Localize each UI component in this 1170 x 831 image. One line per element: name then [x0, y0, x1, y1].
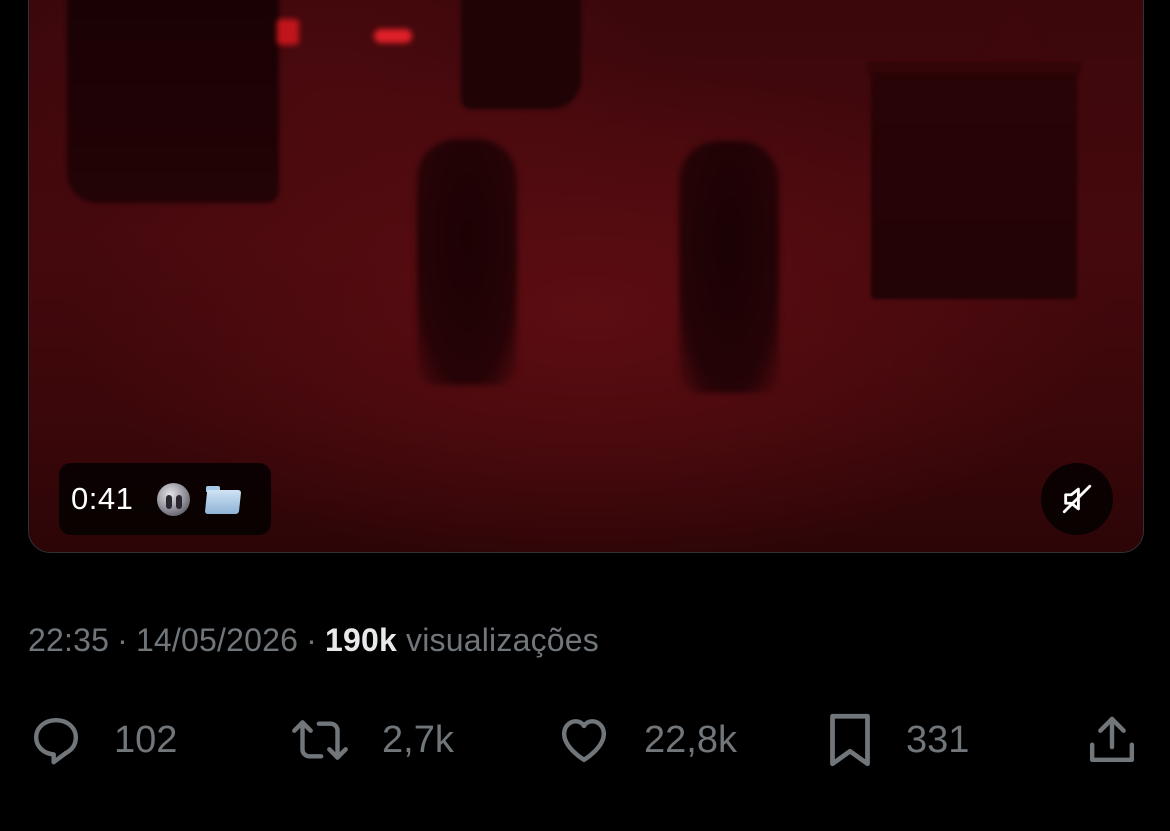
- folder-icon: [204, 483, 242, 515]
- reply-button[interactable]: 102: [28, 700, 177, 780]
- video-duration-badge: 0:41: [59, 463, 271, 535]
- bookmark-count: 331: [906, 718, 970, 761]
- scene-roof-peak: [979, 1, 1051, 61]
- bookmark-button[interactable]: 331: [824, 700, 969, 780]
- share-icon: [1089, 716, 1135, 763]
- views-label: visualizações: [406, 622, 599, 658]
- reply-count: 102: [114, 718, 178, 761]
- separator: ·: [306, 622, 317, 658]
- scene-light-glow: [374, 29, 412, 43]
- separator: ·: [117, 622, 128, 658]
- scene-light-glow: [277, 19, 299, 45]
- tweet-date[interactable]: 14/05/2026: [136, 622, 298, 658]
- scene-curtain-left: [67, 0, 279, 203]
- like-count: 22,8k: [644, 718, 737, 761]
- profile-thumbnail-icon: [157, 482, 191, 516]
- scene-figure-left: [417, 139, 517, 385]
- reply-icon: [33, 717, 79, 765]
- tweet-time[interactable]: 22:35: [28, 622, 109, 658]
- like-button[interactable]: 22,8k: [554, 700, 737, 780]
- speaker-muted-icon: [1062, 484, 1092, 514]
- scene-curtain-middle: [461, 0, 581, 109]
- unmute-button[interactable]: [1041, 463, 1113, 535]
- scene-figure-right: [679, 141, 779, 393]
- retweet-button[interactable]: 2,7k: [288, 700, 454, 780]
- retweet-count: 2,7k: [382, 718, 454, 761]
- tweet-timestamp-line: 22:35 · 14/05/2026 · 190k visualizações: [28, 622, 599, 659]
- scene-cabinet: [871, 63, 1077, 299]
- scene-cabinet-top: [867, 63, 1081, 73]
- share-button[interactable]: [1084, 700, 1140, 780]
- bookmark-icon: [830, 713, 870, 767]
- tweet-action-bar: 102 2,7k 22,8k 331: [0, 700, 1170, 780]
- video-duration: 0:41: [71, 481, 134, 516]
- retweet-icon: [292, 720, 348, 760]
- heart-icon: [561, 719, 607, 763]
- video-player[interactable]: 0:41: [28, 0, 1144, 553]
- views-count[interactable]: 190k: [325, 622, 397, 658]
